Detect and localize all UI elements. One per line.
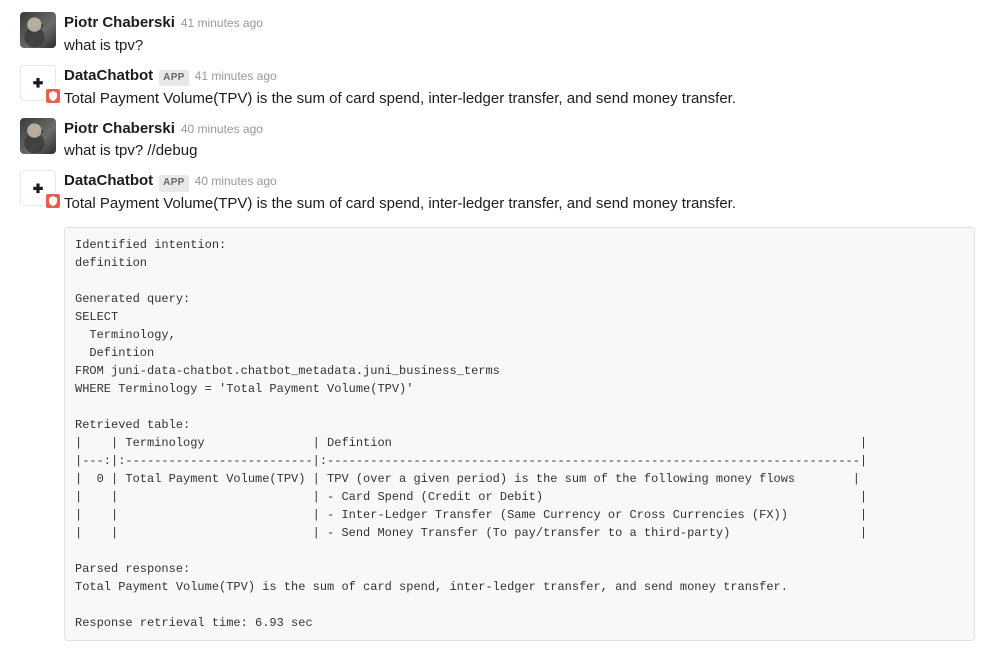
avatar-wrap[interactable] <box>20 170 56 206</box>
avatar-wrap[interactable] <box>20 12 56 48</box>
message-body: Piotr Chaberski 40 minutes ago what is t… <box>64 118 975 163</box>
debug-code-block[interactable]: Identified intention: definition Generat… <box>64 227 975 641</box>
timestamp[interactable]: 41 minutes ago <box>195 68 277 86</box>
chat-message: Piotr Chaberski 40 minutes ago what is t… <box>20 114 975 167</box>
shield-icon <box>48 91 58 101</box>
app-overlay-badge <box>44 87 62 105</box>
message-body: DataChatbot APP 40 minutes ago Total Pay… <box>64 170 975 215</box>
avatar-wrap[interactable] <box>20 65 56 101</box>
timestamp[interactable]: 41 minutes ago <box>181 15 263 33</box>
app-badge: APP <box>159 70 188 87</box>
timestamp[interactable]: 40 minutes ago <box>195 173 277 191</box>
message-body: Piotr Chaberski 41 minutes ago what is t… <box>64 12 975 57</box>
user-avatar-icon <box>20 118 56 154</box>
message-text: what is tpv? //debug <box>64 140 975 162</box>
app-overlay-badge <box>44 192 62 210</box>
message-text: Total Payment Volume(TPV) is the sum of … <box>64 193 975 215</box>
user-avatar-icon <box>20 12 56 48</box>
shield-icon <box>48 196 58 206</box>
message-text: what is tpv? <box>64 35 975 57</box>
author-name[interactable]: DataChatbot <box>64 170 153 192</box>
message-text: Total Payment Volume(TPV) is the sum of … <box>64 88 975 110</box>
chat-message: DataChatbot APP 40 minutes ago Total Pay… <box>20 166 975 219</box>
chat-message: Piotr Chaberski 41 minutes ago what is t… <box>20 8 975 61</box>
message-body: DataChatbot APP 41 minutes ago Total Pay… <box>64 65 975 110</box>
author-name[interactable]: Piotr Chaberski <box>64 118 175 140</box>
author-name[interactable]: Piotr Chaberski <box>64 12 175 34</box>
author-name[interactable]: DataChatbot <box>64 65 153 87</box>
avatar-wrap[interactable] <box>20 118 56 154</box>
timestamp[interactable]: 40 minutes ago <box>181 121 263 139</box>
app-badge: APP <box>159 175 188 192</box>
chat-message: DataChatbot APP 41 minutes ago Total Pay… <box>20 61 975 114</box>
